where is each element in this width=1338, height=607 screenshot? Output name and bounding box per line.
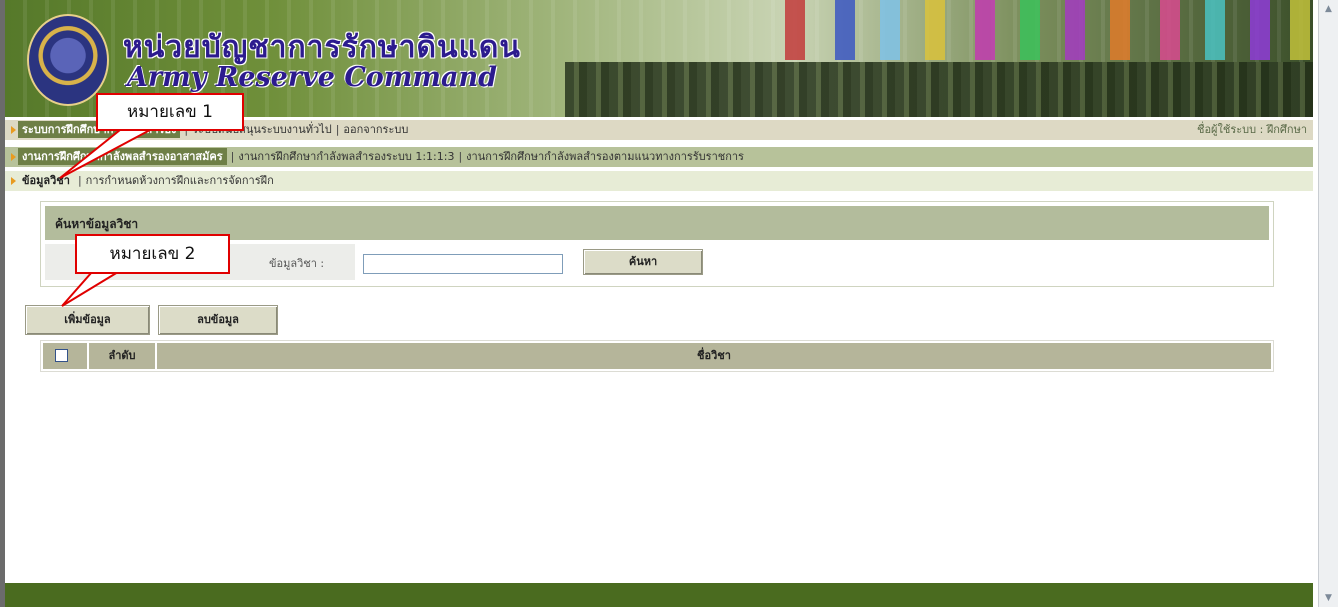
flag [1020,0,1040,60]
tertiary-menu: ข้อมูลวิชา | การกำหนดห้วงการฝึกและการจัดกา… [5,171,1313,191]
current-user-label: ชื่อผู้ใช้ระบบ : ฝึกศึกษา [1196,123,1307,136]
flag [925,0,945,60]
menu-marker-icon [11,177,16,185]
scroll-down-icon[interactable]: ▼ [1319,589,1338,607]
menu-separator: | [335,123,340,136]
menu-item-logout[interactable]: ออกจากระบบ [343,123,408,136]
flag [880,0,900,60]
scroll-up-icon[interactable]: ▲ [1319,0,1338,18]
add-data-button[interactable]: เพิ่มข้อมูล [25,305,150,335]
menu-separator: | [77,174,82,187]
search-button[interactable]: ค้นหา [583,249,703,275]
flag [785,0,805,60]
flag [835,0,855,60]
menu-marker-icon [11,126,16,134]
troops-image [565,62,1313,117]
banner-subtitle: Army Reserve Command [127,62,497,93]
column-subject-name: ชื่อวิชา [157,343,1271,369]
callout-2: หมายเลข 2 [75,234,230,274]
flag [1110,0,1130,60]
flag [1160,0,1180,60]
select-all-cell [43,343,87,369]
menu-separator: | [458,150,463,163]
submenu-item-service-guideline[interactable]: งานการฝึกศึกษากำลังพลสำรองตามแนวทางการรั… [466,150,744,163]
flag [1250,0,1270,60]
column-order: ลำดับ [89,343,155,369]
flags-image [765,0,1313,70]
delete-data-button[interactable]: ลบข้อมูล [158,305,278,335]
select-all-checkbox[interactable] [55,349,68,362]
menu3-item-subject-data[interactable]: ข้อมูลวิชา [18,172,74,189]
callout-1: หมายเลข 1 [96,93,244,131]
menu-separator: | [230,150,235,163]
submenu-item-1113[interactable]: งานการฝึกศึกษากำลังพลสำรองระบบ 1:1:1:3 [238,150,454,163]
subject-search-label: ข้อมูลวิชา : [269,257,325,270]
search-panel-title: ค้นหาข้อมูลวิชา [55,217,139,231]
flag [1065,0,1085,60]
footer-bar [5,583,1313,607]
flag [1205,0,1225,60]
submenu-item-volunteer[interactable]: งานการฝึกศึกษากำลังพลสำรองอาสาสมัคร [18,148,227,165]
flag [1290,0,1310,60]
subject-search-input[interactable] [363,254,563,274]
subjects-table-header: ลำดับ ชื่อวิชา [40,340,1274,372]
vertical-scrollbar[interactable]: ▲ ▼ [1318,0,1338,607]
flag [975,0,995,60]
sub-menu: งานการฝึกศึกษากำลังพลสำรองอาสาสมัคร | งานก… [5,147,1313,167]
menu3-item-training-schedule[interactable]: การกำหนดห้วงการฝึกและการจัดการฝึก [86,174,274,187]
menu-marker-icon [11,153,16,161]
